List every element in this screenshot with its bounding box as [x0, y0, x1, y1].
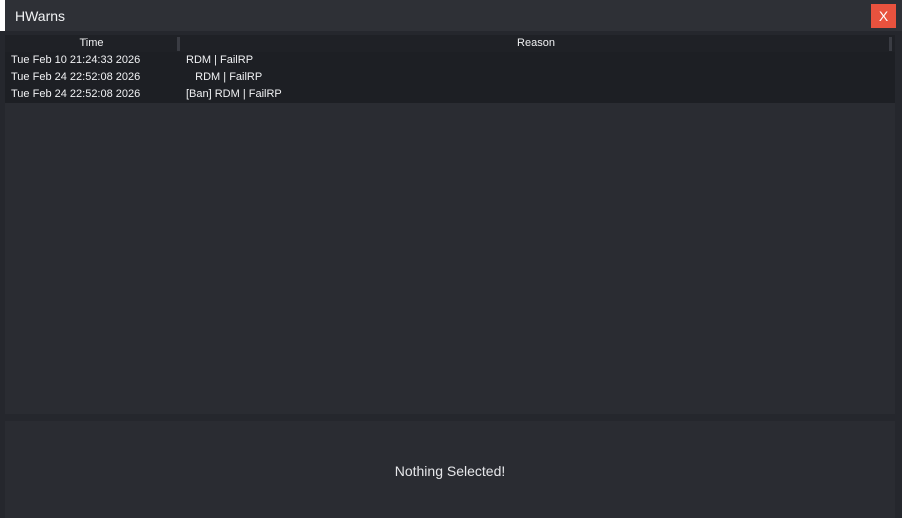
reason-cell: [Ban] RDM | FailRP — [186, 88, 282, 100]
title-bar[interactable]: HWarns X — [0, 0, 902, 31]
time-cell: Tue Feb 24 22:52:08 2026 — [11, 71, 141, 83]
window-title: HWarns — [15, 8, 66, 24]
time-cell: Tue Feb 10 21:24:33 2026 — [11, 54, 141, 66]
detail-panel: Nothing Selected! — [5, 421, 895, 518]
warnings-list[interactable]: Time Reason Tue Feb 10 21:24:33 2026 RDM… — [5, 35, 895, 414]
detail-empty-message: Nothing Selected! — [394, 463, 506, 479]
list-row[interactable]: Tue Feb 24 22:52:08 2026 RDM | FailRP — [5, 69, 895, 86]
hwarns-window: HWarns X Time Reason Tue Feb 10 21:24:33… — [0, 0, 902, 518]
column-resize-handle[interactable] — [177, 37, 180, 51]
close-button[interactable]: X — [871, 4, 896, 28]
column-header-time[interactable]: Time — [5, 35, 178, 52]
time-cell: Tue Feb 24 22:52:08 2026 — [11, 88, 141, 100]
reason-cell: RDM | FailRP — [186, 54, 254, 66]
list-header: Time Reason — [5, 35, 895, 52]
list-row[interactable]: Tue Feb 24 22:52:08 2026 [Ban] RDM | Fai… — [5, 86, 895, 103]
list-row[interactable]: Tue Feb 10 21:24:33 2026 RDM | FailRP — [5, 52, 895, 69]
reason-cell: RDM | FailRP — [186, 71, 263, 83]
column-header-reason[interactable]: Reason — [181, 35, 891, 52]
list-rows: Tue Feb 10 21:24:33 2026 RDM | FailRP Tu… — [5, 52, 895, 103]
column-resize-handle[interactable] — [889, 37, 892, 51]
